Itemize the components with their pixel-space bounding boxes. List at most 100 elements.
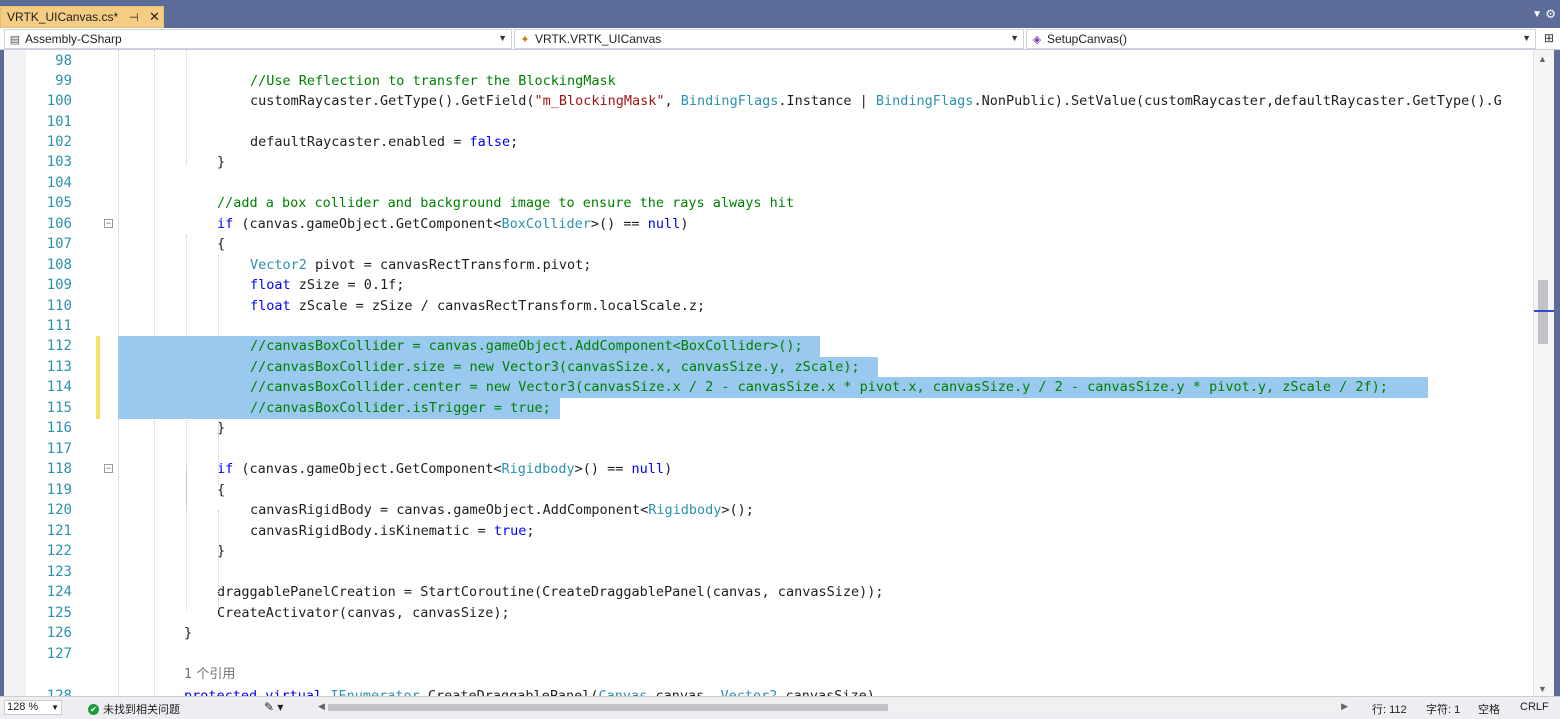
code-text: Vector2 pivot = canvasRectTransform.pivo… (250, 255, 591, 275)
code-token: //Use Reflection to transfer the Blockin… (250, 73, 616, 89)
split-window-icon[interactable]: ⊞ (1542, 31, 1556, 45)
member-dropdown[interactable]: ◈ SetupCanvas() ▼ (1026, 29, 1536, 49)
horizontal-scrollbar[interactable]: ◀ ▶ (318, 701, 1348, 714)
code-text: } (217, 152, 225, 172)
code-line[interactable]: 118 − if (canvas.gameObject.GetComponent<R… (4, 459, 1534, 479)
code-token: pivot = canvasRectTransform.pivot; (306, 257, 592, 273)
code-line[interactable]: 115 //canvasBoxCollider.isTrigger = true; (4, 398, 1534, 419)
tab-overflow-icon[interactable]: ▼ (1532, 9, 1542, 20)
gear-icon[interactable]: ⚙ (1545, 7, 1556, 21)
caret-position-marker (1534, 310, 1554, 312)
issues-indicator[interactable]: ✔ 未找到相关问题 (88, 701, 180, 717)
code-text: canvasRigidBody.isKinematic = true; (250, 521, 535, 541)
code-line[interactable]: 119{ (4, 480, 1534, 500)
code-text: 1 个引用 (184, 664, 235, 685)
code-line[interactable]: 121 canvasRigidBody.isKinematic = true; (4, 521, 1534, 541)
code-line[interactable]: 116} (4, 418, 1534, 438)
code-line[interactable]: 1 个引用 (4, 664, 1534, 684)
code-line[interactable]: 125 CreateActivator(canvas, canvasSize); (4, 603, 1534, 623)
document-tab[interactable]: VRTK_UICanvas.cs* ⊣ ✕ (0, 6, 164, 28)
code-token: if (217, 216, 234, 232)
code-line[interactable]: 105 //add a box collider and background i… (4, 193, 1534, 213)
code-line[interactable]: 101 (4, 112, 1534, 132)
project-dropdown[interactable]: ▤ Assembly-CSharp ▼ (4, 29, 512, 49)
line-number: 99 (55, 73, 72, 89)
code-line[interactable]: 103} (4, 152, 1534, 172)
code-cleanup-icon[interactable]: ✎ ▾ (264, 700, 283, 714)
line-ending-indicator[interactable]: CRLF (1520, 701, 1549, 713)
code-line[interactable]: 128 protected virtual IEnumerator CreateD… (4, 686, 1534, 696)
line-number: 126 (46, 625, 72, 641)
code-token: customRaycaster.GetType().GetField( (250, 93, 535, 109)
unsaved-change-marker (96, 398, 100, 419)
code-text: //Use Reflection to transfer the Blockin… (250, 71, 616, 91)
line-number: 122 (46, 543, 72, 559)
scroll-right-icon[interactable]: ▶ (1341, 701, 1348, 712)
code-line[interactable]: 124 draggablePanelCreation = StartCorouti… (4, 582, 1534, 602)
code-token: ) (680, 216, 689, 232)
code-line[interactable]: 102 defaultRaycaster.enabled = false; (4, 132, 1534, 152)
code-token: (canvas.gameObject.GetComponent< (233, 461, 502, 477)
code-line[interactable]: 120 canvasRigidBody = canvas.gameObject.A… (4, 500, 1534, 520)
close-icon[interactable]: ✕ (149, 9, 160, 25)
line-number: 110 (46, 298, 72, 314)
zoom-dropdown[interactable]: 128 % ▼ (4, 700, 62, 715)
scroll-up-icon[interactable]: ▲ (1538, 54, 1547, 64)
code-token: BindingFlags (680, 93, 779, 109)
line-number: 113 (46, 359, 72, 375)
code-line[interactable]: 98 (4, 51, 1534, 71)
line-number: 120 (46, 502, 72, 518)
code-line[interactable]: 100 customRaycaster.GetType().GetField("m… (4, 91, 1534, 111)
pin-icon[interactable]: ⊣ (129, 11, 139, 24)
unsaved-change-marker (96, 336, 100, 357)
code-line[interactable]: 106 − if (canvas.gameObject.GetComponent<B… (4, 214, 1534, 234)
scroll-left-icon[interactable]: ◀ (318, 701, 325, 712)
code-line[interactable]: 108 Vector2 pivot = canvasRectTransform.p… (4, 255, 1534, 275)
check-icon: ✔ (88, 703, 99, 715)
issues-label: 未找到相关问题 (103, 704, 180, 716)
vertical-scrollbar[interactable]: ▲ ▼ (1533, 50, 1554, 696)
char-indicator[interactable]: 字符: 1 (1426, 701, 1460, 717)
code-line[interactable]: 122} (4, 541, 1534, 561)
code-line[interactable]: 117 (4, 439, 1534, 459)
indent-guide (186, 235, 187, 505)
line-indicator[interactable]: 行: 112 (1372, 701, 1407, 717)
code-token: //add a box collider and background imag… (217, 195, 795, 211)
code-line[interactable]: 107 { (4, 234, 1534, 254)
code-token: >() == (574, 461, 632, 477)
code-line[interactable]: 113 //canvasBoxCollider.size = new Vector… (4, 357, 1534, 378)
code-token: CreateActivator(canvas, canvasSize); (217, 605, 510, 621)
collapse-icon[interactable]: − (104, 219, 113, 228)
status-bar: 128 % ▼ ✔ 未找到相关问题 ✎ ▾ ◀ ▶ 行: 112 字符: 1 空… (0, 696, 1560, 719)
code-line[interactable]: 126} (4, 623, 1534, 643)
code-token: >(); (721, 502, 754, 518)
code-editor[interactable]: 98 99 //Use Reflection to transfer the Blo… (4, 50, 1554, 696)
code-line[interactable]: 104 (4, 173, 1534, 193)
class-icon: ✦ (520, 33, 530, 46)
tab-title: VRTK_UICanvas.cs* (7, 10, 119, 24)
member-label: SetupCanvas() (1047, 32, 1128, 46)
whitespace-indicator[interactable]: 空格 (1478, 701, 1500, 717)
scroll-down-icon[interactable]: ▼ (1538, 684, 1547, 694)
code-line[interactable]: 127 (4, 644, 1534, 664)
code-text: CreateActivator(canvas, canvasSize); (217, 603, 510, 623)
project-label: Assembly-CSharp (25, 32, 122, 46)
collapse-icon[interactable]: − (104, 464, 113, 473)
horizontal-scroll-thumb[interactable] (328, 704, 888, 711)
code-token: false (469, 134, 511, 150)
line-number: 105 (46, 195, 72, 211)
code-line[interactable]: 114 //canvasBoxCollider.center = new Vect… (4, 377, 1534, 398)
code-line[interactable]: 112 //canvasBoxCollider = canvas.gameObje… (4, 336, 1534, 357)
code-line[interactable]: 109 float zSize = 0.1f; (4, 275, 1534, 295)
code-line[interactable]: 111 (4, 316, 1534, 336)
type-dropdown[interactable]: ✦ VRTK.VRTK_UICanvas ▼ (514, 29, 1024, 49)
code-line[interactable]: 110 float zScale = zSize / canvasRectTran… (4, 296, 1534, 316)
unsaved-change-marker (96, 377, 100, 398)
code-line[interactable]: 99 //Use Reflection to transfer the Block… (4, 71, 1534, 91)
line-number: 116 (46, 420, 72, 436)
code-text: defaultRaycaster.enabled = false; (250, 132, 518, 152)
vertical-scroll-thumb[interactable] (1538, 280, 1548, 344)
code-text: //add a box collider and background imag… (217, 193, 794, 213)
code-token: "m_BlockingMask" (534, 93, 665, 109)
code-line[interactable]: 123 (4, 562, 1534, 582)
